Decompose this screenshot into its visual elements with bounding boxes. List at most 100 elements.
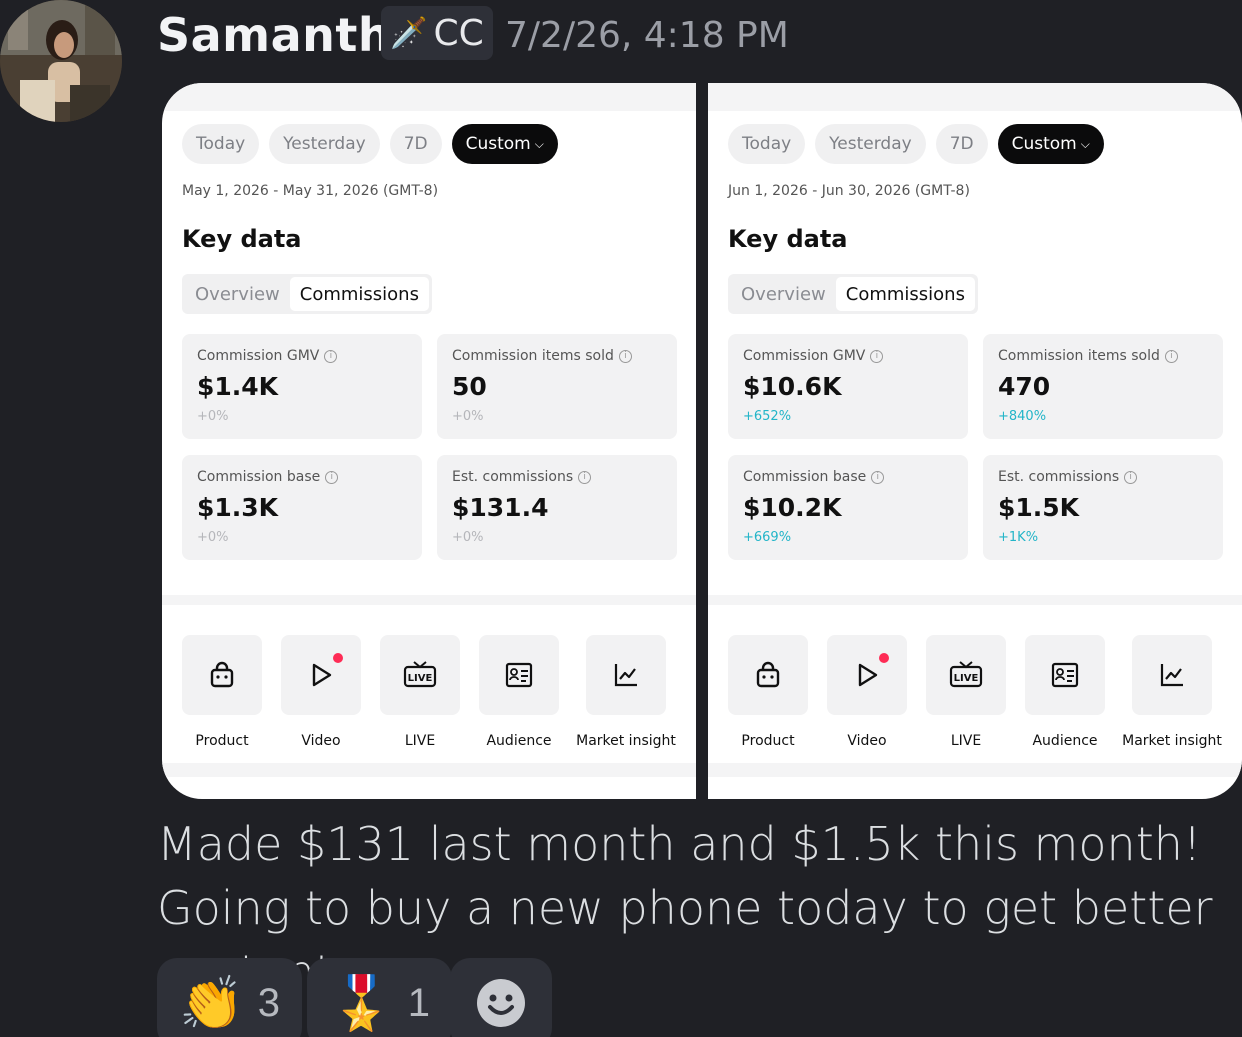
pill-yesterday[interactable]: Yesterday: [815, 124, 926, 164]
clapping-hands-icon: 👏: [179, 974, 244, 1033]
segment-commissions[interactable]: Commissions: [289, 277, 429, 311]
pill-custom[interactable]: Custom ⌵: [997, 124, 1104, 164]
metric-value: $1.5K: [998, 493, 1080, 522]
notification-dot: [879, 653, 889, 663]
metric-delta: +0%: [197, 530, 229, 545]
metric-label: Est. commissions: [452, 469, 574, 485]
add-reaction-button[interactable]: [450, 958, 552, 1037]
tool-product[interactable]: Product: [182, 635, 262, 749]
svg-text:LIVE: LIVE: [954, 673, 979, 684]
date-pills: Today Yesterday 7D Custom ⌵: [728, 124, 1104, 164]
tool-label: LIVE: [404, 733, 436, 749]
section-divider: [162, 595, 696, 605]
screenshot-attachment-may[interactable]: Today Yesterday 7D Custom ⌵ May 1, 2026 -…: [162, 83, 696, 799]
section-divider: [708, 595, 1242, 605]
metric-value: $10.6K: [743, 372, 842, 401]
info-icon[interactable]: i: [871, 470, 885, 484]
tool-market-insight[interactable]: Market insight: [1122, 635, 1222, 749]
pill-7d[interactable]: 7D: [389, 124, 442, 164]
top-strip: [708, 83, 1242, 111]
pill-yesterday[interactable]: Yesterday: [269, 124, 380, 164]
info-icon[interactable]: i: [325, 470, 339, 484]
pill-today[interactable]: Today: [182, 124, 260, 164]
tool-video[interactable]: Video: [281, 635, 361, 749]
metric-card[interactable]: Est. commissions i $1.5K +1K%: [983, 455, 1223, 560]
pill-custom[interactable]: Custom ⌵: [451, 124, 558, 164]
section-title: Key data: [728, 225, 848, 253]
metric-value: $131.4: [452, 493, 549, 522]
pill-today[interactable]: Today: [728, 124, 806, 164]
bottom-strip: [708, 763, 1242, 777]
screenshot-attachment-june[interactable]: Today Yesterday 7D Custom ⌵ Jun 1, 2026 -…: [708, 83, 1242, 799]
info-icon[interactable]: i: [870, 349, 884, 363]
metric-label: Commission GMV: [197, 348, 320, 364]
shopping-bag-icon: [756, 661, 780, 688]
message-timestamp: 7/2/26, 4:18 PM: [505, 15, 789, 56]
metric-card[interactable]: Est. commissions i $131.4 +0%: [437, 455, 677, 560]
tool-label: Video: [301, 733, 341, 749]
info-icon[interactable]: i: [324, 349, 338, 363]
metric-label: Commission base: [743, 469, 867, 485]
metric-delta: +840%: [998, 409, 1047, 424]
sword-icon: 🗡️: [390, 16, 428, 50]
segment-control: Overview Commissions: [182, 274, 432, 314]
segment-commissions[interactable]: Commissions: [835, 277, 975, 311]
metric-value: $1.3K: [197, 493, 279, 522]
metric-value: 50: [452, 372, 487, 401]
tool-video[interactable]: Video: [827, 635, 907, 749]
audience-card-icon: [505, 662, 533, 688]
date-range: May 1, 2026 - May 31, 2026 (GMT-8): [182, 183, 439, 199]
metric-card[interactable]: Commission items sold i 470 +840%: [983, 334, 1223, 439]
tool-live[interactable]: LIVE LIVE: [380, 635, 460, 749]
info-icon[interactable]: i: [1164, 349, 1178, 363]
medal-icon: 🎖️: [329, 974, 394, 1033]
metric-label: Commission items sold: [452, 348, 614, 364]
tool-label: Product: [741, 733, 795, 749]
info-icon[interactable]: i: [618, 349, 632, 363]
user-avatar[interactable]: [0, 0, 122, 122]
tool-market-insight[interactable]: Market insight: [576, 635, 676, 749]
svg-text:LIVE: LIVE: [408, 673, 433, 684]
metric-card[interactable]: Commission base i $10.2K +669%: [728, 455, 968, 560]
pill-custom-label: Custom: [1011, 134, 1077, 154]
pill-7d[interactable]: 7D: [935, 124, 988, 164]
segment-overview[interactable]: Overview: [731, 277, 836, 311]
live-icon: LIVE: [949, 661, 983, 688]
metric-label: Commission GMV: [743, 348, 866, 364]
metric-card[interactable]: Commission base i $1.3K +0%: [182, 455, 422, 560]
metric-delta: +0%: [197, 409, 229, 424]
info-icon[interactable]: i: [578, 470, 592, 484]
metric-delta: +1K%: [998, 530, 1039, 545]
role-tag-label: CC: [433, 12, 484, 54]
tool-audience[interactable]: Audience: [479, 635, 559, 749]
reaction-count: 1: [407, 980, 430, 1025]
metric-label: Commission items sold: [998, 348, 1160, 364]
top-strip: [162, 83, 696, 111]
audience-card-icon: [1051, 662, 1079, 688]
tool-label: Video: [847, 733, 887, 749]
metric-delta: +0%: [452, 409, 484, 424]
tool-label: Product: [195, 733, 249, 749]
segment-overview[interactable]: Overview: [185, 277, 290, 311]
metric-delta: +0%: [452, 530, 484, 545]
metric-label: Est. commissions: [998, 469, 1120, 485]
role-tag[interactable]: 🗡️ CC: [381, 6, 493, 60]
metric-card[interactable]: Commission GMV i $1.4K +0%: [182, 334, 422, 439]
line-chart-icon: [614, 664, 637, 687]
metric-card[interactable]: Commission GMV i $10.6K +652%: [728, 334, 968, 439]
metric-card[interactable]: Commission items sold i 50 +0%: [437, 334, 677, 439]
tool-live[interactable]: LIVE LIVE: [926, 635, 1006, 749]
line-chart-icon: [1160, 664, 1183, 687]
tool-product[interactable]: Product: [728, 635, 808, 749]
metric-value: 470: [998, 372, 1051, 401]
tool-label: Audience: [1032, 733, 1098, 749]
tool-audience[interactable]: Audience: [1025, 635, 1105, 749]
section-title: Key data: [182, 225, 302, 253]
reaction-medal[interactable]: 🎖️ 1: [307, 958, 452, 1037]
date-pills: Today Yesterday 7D Custom ⌵: [182, 124, 558, 164]
info-icon[interactable]: i: [1124, 470, 1138, 484]
shopping-bag-icon: [210, 661, 234, 688]
chevron-down-icon: ⌵: [1080, 136, 1090, 151]
reaction-clap[interactable]: 👏 3: [157, 958, 302, 1037]
segment-control: Overview Commissions: [728, 274, 978, 314]
